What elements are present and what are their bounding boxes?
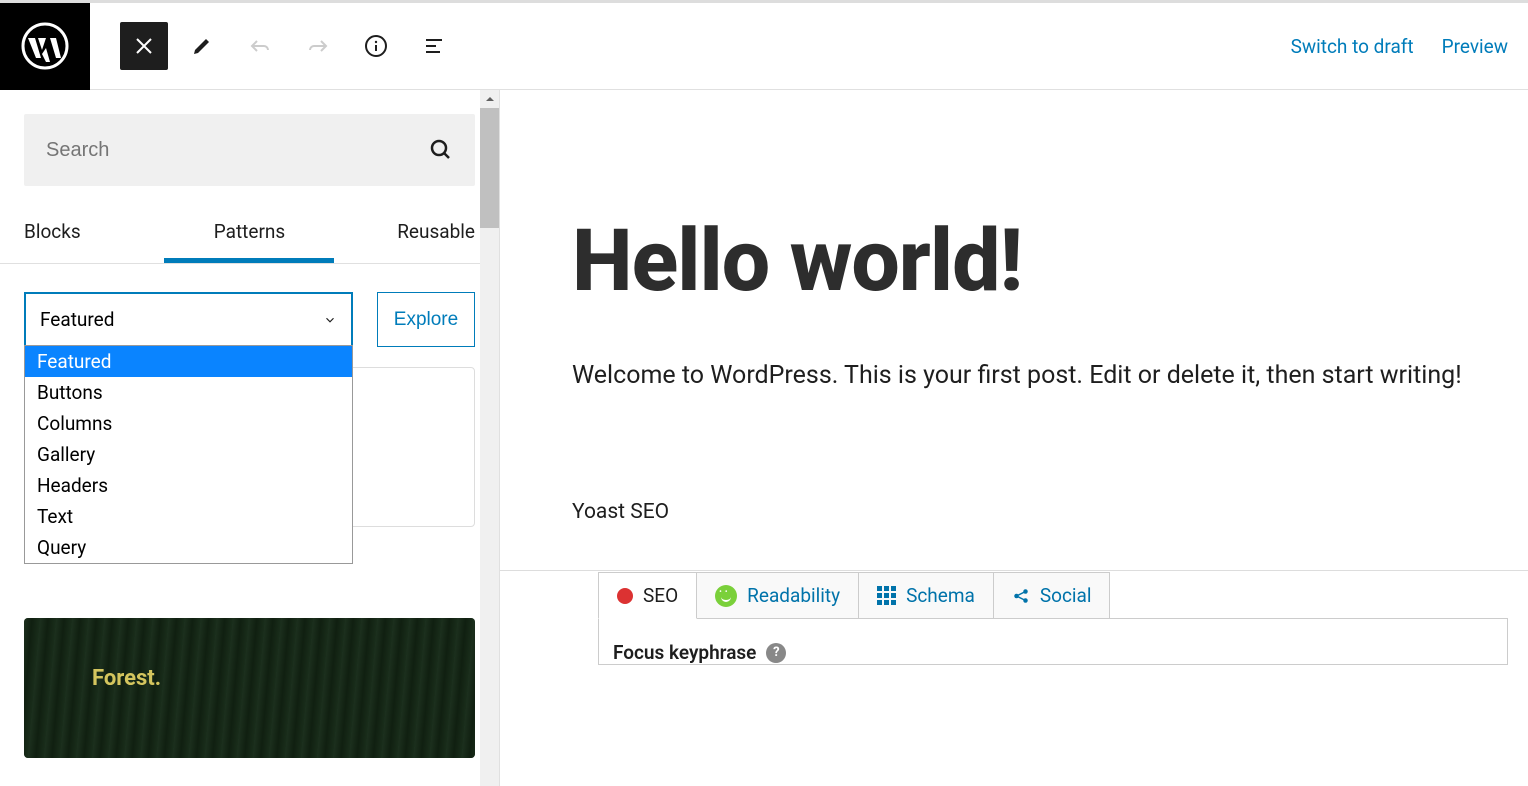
chevron-down-icon: [323, 313, 337, 327]
grid-icon: [877, 586, 896, 605]
focus-keyphrase-label: Focus keyphrase ?: [613, 641, 1493, 664]
yoast-tab-schema[interactable]: Schema: [858, 572, 994, 619]
post-body[interactable]: Welcome to WordPress. This is your first…: [572, 361, 1528, 390]
dropdown-option-query[interactable]: Query: [25, 532, 352, 563]
scroll-up-arrow[interactable]: [480, 90, 499, 108]
list-view-button[interactable]: [410, 22, 458, 70]
yoast-seo-panel: Yoast SEO SEO Readability Schema Social: [572, 500, 1528, 665]
block-search[interactable]: [24, 114, 475, 186]
pattern-preview-forest[interactable]: Forest.: [24, 618, 475, 758]
tab-reusable[interactable]: Reusable: [325, 206, 475, 263]
preview-link[interactable]: Preview: [1442, 35, 1508, 58]
yoast-tab-seo[interactable]: SEO: [598, 572, 697, 619]
info-button[interactable]: [352, 22, 400, 70]
scrollbar-thumb[interactable]: [480, 108, 499, 228]
yoast-tab-social-label: Social: [1040, 584, 1092, 607]
editor-header: Switch to draft Preview: [0, 3, 1528, 90]
dropdown-menu: Featured Buttons Columns Gallery Headers…: [24, 345, 353, 564]
dropdown-selected: Featured: [40, 308, 114, 331]
yoast-tab-seo-label: SEO: [643, 584, 678, 607]
help-icon[interactable]: ?: [766, 643, 786, 663]
edit-icon[interactable]: [178, 22, 226, 70]
dropdown-option-text[interactable]: Text: [25, 501, 352, 532]
content-divider: [500, 570, 1528, 571]
pattern-category-dropdown[interactable]: Featured: [24, 292, 353, 347]
switch-to-draft-link[interactable]: Switch to draft: [1291, 35, 1414, 58]
yoast-panel-content: Focus keyphrase ?: [598, 618, 1508, 665]
wordpress-logo[interactable]: [0, 3, 90, 90]
yoast-tabs: SEO Readability Schema Social: [598, 572, 1508, 619]
dropdown-option-featured[interactable]: Featured: [25, 346, 352, 377]
post-title[interactable]: Hello world!: [572, 210, 1528, 311]
editor-toolbar: [90, 22, 458, 70]
yoast-tab-social[interactable]: Social: [993, 572, 1111, 619]
search-icon: [429, 138, 453, 162]
close-inserter-button[interactable]: [120, 22, 168, 70]
dropdown-option-gallery[interactable]: Gallery: [25, 439, 352, 470]
undo-button[interactable]: [236, 22, 284, 70]
search-input[interactable]: [46, 139, 429, 162]
redo-button[interactable]: [294, 22, 342, 70]
smiley-icon: [715, 585, 737, 607]
share-icon: [1012, 587, 1030, 605]
block-inserter-sidebar: Blocks Patterns Reusable Featured Featur…: [0, 90, 500, 786]
inserter-tabs: Blocks Patterns Reusable: [0, 206, 499, 264]
dropdown-option-columns[interactable]: Columns: [25, 408, 352, 439]
tab-blocks[interactable]: Blocks: [24, 206, 174, 263]
editor-content: Hello world! Welcome to WordPress. This …: [500, 90, 1528, 786]
sidebar-scrollbar[interactable]: [480, 90, 499, 786]
yoast-title: Yoast SEO: [572, 500, 1508, 524]
seo-status-dot: [617, 588, 633, 604]
yoast-tab-schema-label: Schema: [906, 584, 975, 607]
dropdown-option-buttons[interactable]: Buttons: [25, 377, 352, 408]
dropdown-option-headers[interactable]: Headers: [25, 470, 352, 501]
yoast-tab-readability-label: Readability: [747, 584, 840, 607]
forest-label: Forest.: [92, 666, 161, 691]
tab-patterns[interactable]: Patterns: [174, 206, 324, 263]
explore-button[interactable]: Explore: [377, 292, 475, 347]
yoast-tab-readability[interactable]: Readability: [696, 572, 859, 619]
